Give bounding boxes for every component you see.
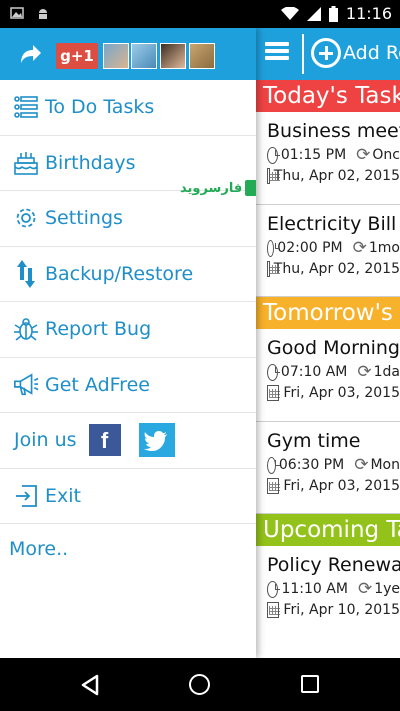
add-circle-icon bbox=[311, 38, 341, 68]
facebook-icon[interactable]: f bbox=[88, 424, 121, 457]
repeat-icon: ⟳ bbox=[352, 238, 367, 258]
clock-icon bbox=[267, 580, 281, 598]
task-time: 02:00 PM bbox=[277, 240, 343, 256]
list-icon bbox=[13, 94, 39, 120]
system-nav-bar bbox=[0, 658, 400, 711]
repeat-icon: ⟳ bbox=[357, 362, 372, 382]
clock-icon bbox=[267, 363, 280, 381]
drawer-item-label: Report Bug bbox=[45, 318, 152, 341]
task-date: Fri, Apr 03, 2015 bbox=[283, 385, 400, 401]
android-icon bbox=[39, 9, 47, 19]
drawer-item-report-bug[interactable]: Report Bug bbox=[0, 302, 256, 358]
status-right: 11:16 bbox=[280, 4, 392, 23]
task-time: 06:30 PM bbox=[278, 457, 345, 473]
task-repeat: Mon bbox=[370, 457, 400, 473]
repeat-icon: ⟳ bbox=[356, 145, 371, 165]
exit-icon bbox=[13, 483, 39, 509]
repeat-icon: ⟳ bbox=[357, 579, 373, 599]
drawer-item-label: Birthdays bbox=[45, 151, 136, 174]
task-time: 07:10 AM bbox=[280, 364, 348, 380]
task-list-panel: Add Re Today's Task Business meet 01:15 … bbox=[255, 28, 400, 658]
section-header-tomorrow: Tomorrow's bbox=[255, 297, 400, 329]
clock-icon bbox=[267, 456, 280, 474]
drawer-item-label: Get AdFree bbox=[45, 373, 150, 396]
navigation-drawer: g+1 To Do Tasks Birthdays Settings Backu… bbox=[0, 28, 256, 658]
avatar[interactable] bbox=[160, 43, 186, 69]
status-time: 11:16 bbox=[345, 4, 392, 23]
task-item[interactable]: Good Morning 07:10 AM ⟳ 1da Fri, Apr 03, 2… bbox=[255, 329, 400, 422]
status-bar: 11:16 bbox=[0, 0, 400, 28]
watermark: فارسروید bbox=[180, 180, 256, 196]
wifi-icon bbox=[280, 6, 299, 20]
task-time: 11:10 AM bbox=[281, 581, 348, 597]
drawer-item-label: Backup/Restore bbox=[45, 262, 194, 285]
clock-icon bbox=[267, 146, 280, 164]
task-item[interactable]: Business meet 01:15 PM ⟳ Onc Thu, Apr 02, … bbox=[255, 112, 400, 205]
home-icon[interactable] bbox=[189, 674, 210, 695]
clock-icon bbox=[267, 239, 281, 257]
back-icon[interactable] bbox=[80, 674, 100, 696]
more-link[interactable]: More.. bbox=[0, 524, 256, 574]
google-plus-one-button[interactable]: g+1 bbox=[56, 43, 98, 69]
drawer-item-todo-tasks[interactable]: To Do Tasks bbox=[0, 80, 256, 136]
task-date: Thu, Apr 02, 2015 bbox=[273, 261, 400, 277]
task-repeat: Onc bbox=[372, 147, 400, 163]
calendar-icon bbox=[267, 261, 280, 277]
share-arrow-icon[interactable] bbox=[20, 44, 42, 64]
avatar[interactable] bbox=[103, 43, 129, 69]
drawer-item-label: Settings bbox=[45, 207, 123, 230]
calendar-icon bbox=[267, 168, 280, 184]
status-left-icons bbox=[10, 6, 50, 20]
task-repeat: 1mo bbox=[368, 240, 400, 256]
drawer-header: g+1 bbox=[0, 28, 256, 80]
android-logo-icon bbox=[245, 180, 256, 196]
task-title: Gym time bbox=[267, 430, 361, 452]
task-item[interactable]: Electricity Bill P 02:00 PM ⟳ 1mo Thu, Apr… bbox=[255, 205, 400, 297]
calendar-icon bbox=[267, 602, 281, 618]
main-toolbar: Add Re bbox=[255, 28, 400, 80]
battery-icon bbox=[328, 5, 338, 22]
hamburger-menu-icon[interactable] bbox=[265, 42, 289, 66]
drawer-item-label: Exit bbox=[45, 484, 81, 507]
cake-icon bbox=[13, 150, 39, 176]
drawer-item-settings[interactable]: Settings bbox=[0, 191, 256, 247]
calendar-icon bbox=[267, 385, 281, 401]
add-reminder-button[interactable]: Add Re bbox=[311, 38, 400, 68]
task-title: Business meet bbox=[267, 120, 400, 142]
toolbar-divider bbox=[302, 34, 304, 74]
task-item[interactable]: Gym time 06:30 PM ⟳ Mon Fri, Apr 03, 2015 bbox=[255, 422, 400, 514]
avatar[interactable] bbox=[131, 43, 157, 69]
task-time: 01:15 PM bbox=[280, 147, 347, 163]
recent-apps-icon[interactable] bbox=[301, 675, 319, 693]
calendar-icon bbox=[267, 478, 281, 494]
drawer-item-exit[interactable]: Exit bbox=[0, 469, 256, 524]
twitter-icon[interactable] bbox=[138, 423, 175, 458]
section-header-upcoming: Upcoming Ta bbox=[255, 514, 400, 546]
task-title: Electricity Bill P bbox=[267, 213, 400, 235]
megaphone-icon bbox=[13, 372, 39, 398]
section-header-today: Today's Task bbox=[255, 80, 400, 112]
signal-icon bbox=[306, 6, 321, 21]
task-date: Fri, Apr 10, 2015 bbox=[283, 602, 400, 618]
repeat-icon: ⟳ bbox=[354, 455, 369, 475]
drawer-item-label: To Do Tasks bbox=[45, 96, 155, 119]
task-item[interactable]: Policy Renewal 11:10 AM ⟳ 1ye Fri, Apr 10,… bbox=[255, 546, 400, 646]
task-title: Good Morning bbox=[267, 337, 400, 359]
sync-arrows-icon bbox=[13, 259, 39, 288]
avatar[interactable] bbox=[189, 43, 215, 69]
task-title: Policy Renewal bbox=[267, 554, 400, 576]
task-date: Fri, Apr 03, 2015 bbox=[283, 478, 400, 494]
watermark-text: فارسروید bbox=[180, 180, 243, 196]
image-icon bbox=[10, 7, 24, 19]
task-repeat: 1ye bbox=[374, 581, 400, 597]
bug-icon bbox=[13, 316, 39, 342]
add-reminder-label: Add Re bbox=[343, 42, 400, 64]
join-us-row: Join us f bbox=[0, 413, 256, 469]
join-us-label: Join us bbox=[14, 429, 77, 452]
gear-icon bbox=[13, 205, 39, 231]
drawer-item-get-adfree[interactable]: Get AdFree bbox=[0, 358, 256, 413]
task-repeat: 1da bbox=[373, 364, 400, 380]
task-date: Thu, Apr 02, 2015 bbox=[273, 168, 400, 184]
drawer-item-backup-restore[interactable]: Backup/Restore bbox=[0, 247, 256, 302]
